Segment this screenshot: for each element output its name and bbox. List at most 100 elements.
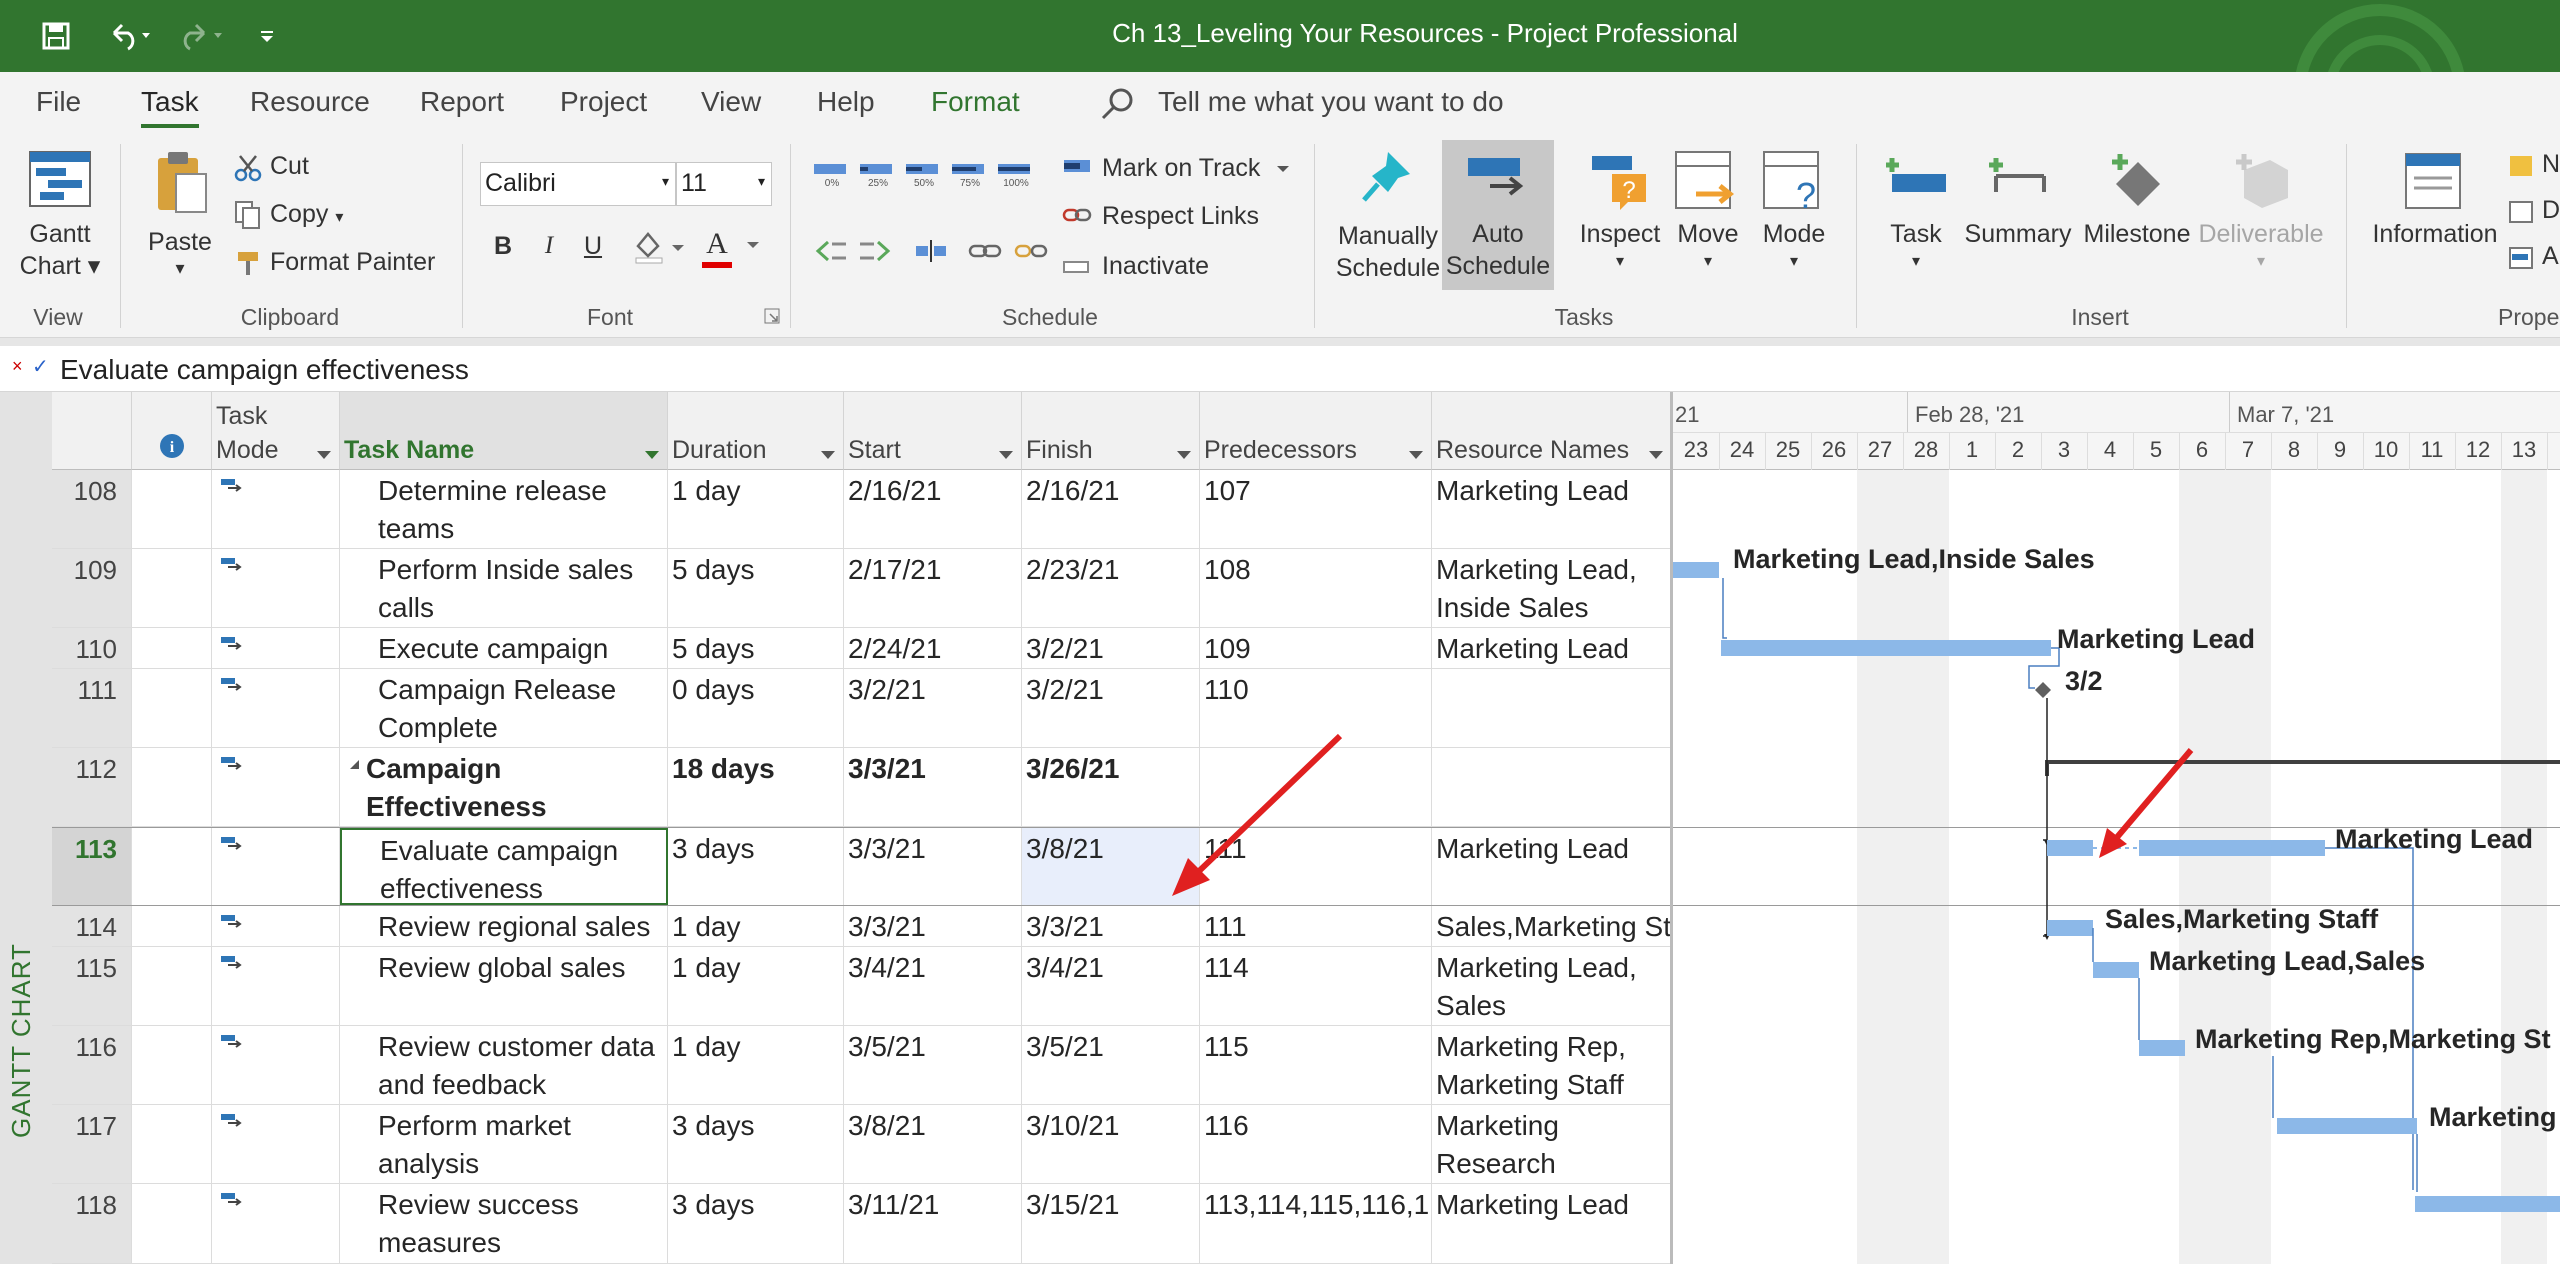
row-id[interactable]: 117 (52, 1105, 132, 1183)
bold-button[interactable]: B (488, 230, 518, 262)
filter-arrow-icon[interactable] (1177, 451, 1191, 459)
finish-cell[interactable]: 3/2/21 (1022, 628, 1200, 668)
tab-help[interactable]: Help (817, 86, 875, 118)
row-id[interactable]: 110 (52, 628, 132, 668)
start-cell[interactable]: 2/16/21 (844, 470, 1022, 548)
mark-on-track-button[interactable]: Mark on Track (1062, 152, 1292, 188)
tab-task[interactable]: Task (141, 86, 199, 128)
respect-links-button[interactable]: Respect Links (1062, 200, 1292, 236)
predecessors-cell[interactable]: 116 (1200, 1105, 1432, 1183)
gantt-chart[interactable]: 21 Feb 28, '21 Mar 7, '21 23 24 25 26 27 28 1 2… (1670, 392, 2560, 1264)
task-mode-cell[interactable] (212, 470, 340, 548)
link-tasks-icon[interactable] (968, 236, 1002, 266)
task-mode-cell[interactable] (212, 906, 340, 946)
row-id[interactable]: 115 (52, 947, 132, 1025)
indicators-cell[interactable] (132, 906, 212, 946)
row-id[interactable]: 112 (52, 748, 132, 826)
gantt-bar-113-part1[interactable] (2047, 840, 2093, 856)
filter-arrow-icon[interactable] (1649, 451, 1663, 459)
table-row[interactable]: 117 Perform market analysis 3 days 3/8/21… (52, 1105, 1672, 1184)
finish-cell[interactable]: 2/16/21 (1022, 470, 1200, 548)
unlink-tasks-icon[interactable] (1014, 236, 1048, 266)
task-name-cell-active[interactable]: Evaluate campaign effectiveness (340, 828, 668, 905)
task-mode-cell[interactable] (212, 1026, 340, 1104)
inspect-button[interactable]: ? Inspect ▾ (1572, 146, 1668, 296)
row-id[interactable]: 113 (52, 828, 132, 905)
tab-format[interactable]: Format (931, 86, 1020, 118)
task-name-cell[interactable]: Campaign Release Complete (340, 669, 668, 747)
task-name-cell[interactable]: Review global sales (340, 947, 668, 1025)
details-button[interactable]: D (2508, 194, 2560, 230)
milestone-111[interactable] (2035, 682, 2051, 698)
header-task-name[interactable]: Task Name (340, 392, 668, 470)
split-task-icon[interactable] (914, 236, 948, 266)
duration-cell[interactable]: 1 day (668, 470, 844, 548)
task-name-cell[interactable]: Perform market analysis (340, 1105, 668, 1183)
table-row[interactable]: 118 Review success measures 3 days 3/11/2… (52, 1184, 1672, 1264)
gantt-bar-118[interactable] (2415, 1196, 2560, 1212)
predecessors-cell[interactable]: 114 (1200, 947, 1432, 1025)
paste-button[interactable]: Paste ▾ (140, 146, 220, 296)
gantt-chart-button[interactable]: Gantt Chart ▾ (10, 146, 110, 296)
filter-arrow-icon[interactable] (317, 451, 331, 459)
inactivate-button[interactable]: Inactivate (1062, 250, 1292, 286)
predecessors-cell[interactable]: 108 (1200, 549, 1432, 627)
task-name-cell[interactable]: Review regional sales (340, 906, 668, 946)
duration-cell[interactable]: 5 days (668, 628, 844, 668)
finish-cell[interactable]: 3/15/21 (1022, 1184, 1200, 1263)
task-name-cell[interactable]: Campaign Effectiveness (340, 748, 668, 826)
row-id[interactable]: 111 (52, 669, 132, 747)
table-row[interactable]: 108 Determine release teams 1 day 2/16/21… (52, 470, 1672, 549)
confirm-entry-icon[interactable]: ✓ (32, 354, 49, 379)
tab-project[interactable]: Project (560, 86, 647, 118)
indicators-cell[interactable] (132, 748, 212, 826)
tab-report[interactable]: Report (420, 86, 504, 118)
table-row[interactable]: 114 Review regional sales 1 day 3/3/21 3… (52, 906, 1672, 947)
gantt-bar-114[interactable] (2047, 920, 2093, 936)
filter-arrow-icon[interactable] (821, 451, 835, 459)
filter-arrow-icon[interactable] (645, 451, 659, 459)
task-mode-cell[interactable] (212, 1184, 340, 1263)
header-task-mode[interactable]: Task Mode (212, 392, 340, 470)
task-name-cell[interactable]: Perform Inside sales calls (340, 549, 668, 627)
duration-cell[interactable]: 18 days (668, 748, 844, 826)
row-id[interactable]: 109 (52, 549, 132, 627)
resource-names-cell[interactable]: Marketing Rep, Marketing Staff (1432, 1026, 1672, 1104)
finish-cell[interactable]: 3/4/21 (1022, 947, 1200, 1025)
task-mode-cell[interactable] (212, 669, 340, 747)
font-family-select[interactable]: Calibri ▾ (480, 162, 676, 206)
task-name-cell[interactable]: Execute campaign (340, 628, 668, 668)
font-color-button[interactable]: A (698, 226, 768, 270)
insert-milestone-button[interactable]: Milestone (2078, 146, 2196, 296)
predecessors-cell[interactable]: 113,114,115,116,1 (1200, 1184, 1432, 1263)
table-row[interactable]: 112 Campaign Effectiveness 18 days 3/3/21… (52, 748, 1672, 827)
indicators-cell[interactable] (132, 669, 212, 747)
indicators-cell[interactable] (132, 947, 212, 1025)
resource-names-cell[interactable]: Marketing Lead (1432, 1184, 1672, 1263)
indicators-cell[interactable] (132, 1184, 212, 1263)
finish-cell[interactable]: 3/5/21 (1022, 1026, 1200, 1104)
resource-names-cell[interactable]: Sales,Marketing St (1432, 906, 1672, 946)
dialog-launcher-icon[interactable] (764, 308, 780, 324)
duration-cell[interactable]: 3 days (668, 1184, 844, 1263)
italic-button[interactable]: I (534, 230, 564, 262)
duration-cell[interactable]: 3 days (668, 828, 844, 905)
predecessors-cell[interactable]: 107 (1200, 470, 1432, 548)
filter-arrow-icon[interactable] (999, 451, 1013, 459)
gantt-bar-116[interactable] (2139, 1040, 2185, 1056)
table-row[interactable]: 116 Review customer data and feedback 1 d… (52, 1026, 1672, 1105)
resource-names-cell[interactable]: Marketing Lead, Inside Sales (1432, 549, 1672, 627)
finish-cell[interactable]: 2/23/21 (1022, 549, 1200, 627)
indicators-cell[interactable] (132, 828, 212, 905)
highlight-color-icon[interactable] (632, 230, 686, 264)
resource-names-cell[interactable]: Marketing Research (1432, 1105, 1672, 1183)
resource-names-cell[interactable]: Marketing Lead, Sales (1432, 947, 1672, 1025)
auto-schedule-button[interactable]: Auto Schedule (1442, 140, 1554, 290)
indicators-cell[interactable] (132, 470, 212, 548)
tab-file[interactable]: File (36, 86, 81, 118)
start-cell[interactable]: 2/17/21 (844, 549, 1022, 627)
start-cell[interactable]: 3/2/21 (844, 669, 1022, 747)
resource-names-cell[interactable]: Marketing Lead (1432, 828, 1672, 905)
gantt-bar-117[interactable] (2277, 1118, 2417, 1134)
table-row[interactable]: 110 Execute campaign 5 days 2/24/21 3/2/… (52, 628, 1672, 669)
